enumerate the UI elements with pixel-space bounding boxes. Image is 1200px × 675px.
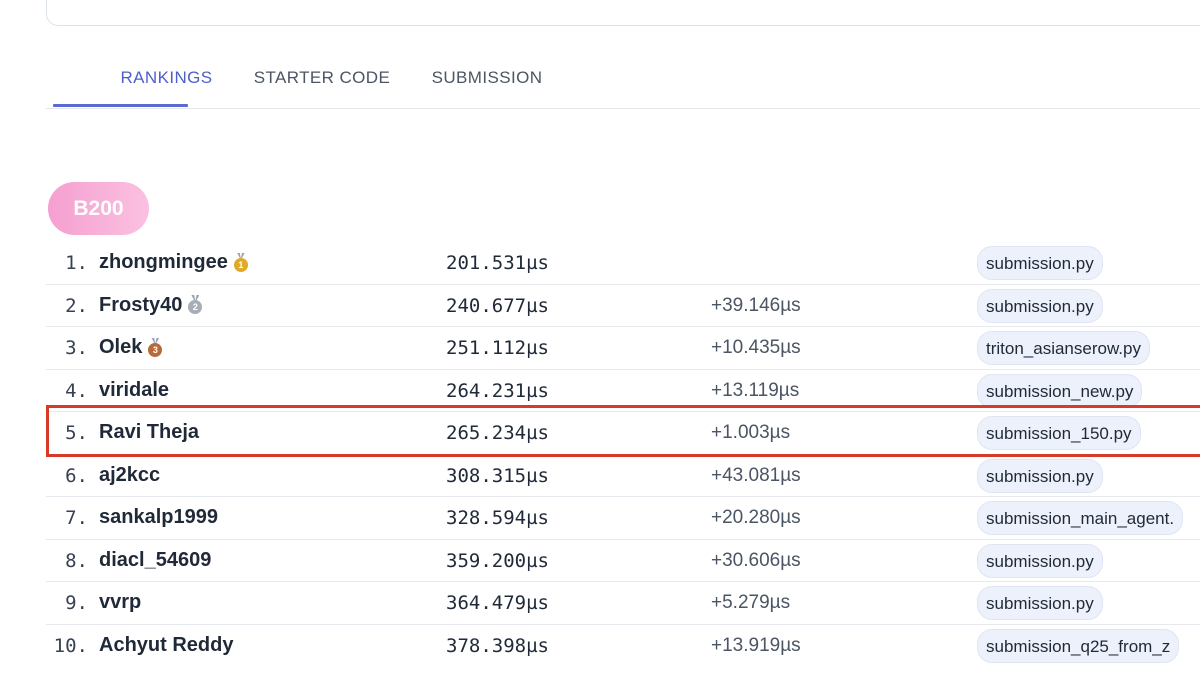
score-time: 359.200µs [446, 549, 549, 572]
username-text: zhongmingee [99, 251, 228, 273]
username: viridale [99, 379, 169, 402]
silver-medal-icon: 2 [188, 295, 203, 315]
rank-number: 4. [65, 379, 88, 402]
table-row: 2. Frosty40 2 240.677µs +39.146µs submission.… [46, 285, 1200, 327]
username: Achyut Reddy [99, 634, 233, 657]
username: vvrp [99, 591, 141, 614]
submission-file-chip[interactable]: triton_asianserow.py [977, 331, 1150, 365]
score-delta: +43.081µs [711, 464, 801, 486]
table-row: 8. diacl_54609 359.200µs +30.606µs submissio… [46, 540, 1200, 582]
username: Frosty40 2 [99, 293, 203, 317]
score-delta: +39.146µs [711, 294, 801, 316]
rank-number: 3. [65, 337, 88, 359]
username: Ravi Theja [99, 421, 199, 444]
score-time: 328.594µs [446, 507, 549, 529]
leaderboard-table: 1. zhongmingee 1 201.531µs submission.py 2. Fr… [46, 242, 1200, 667]
username-text: Achyut Reddy [99, 633, 234, 656]
username-text: diacl_54609 [99, 548, 212, 571]
username: aj2kcc [99, 464, 160, 487]
submission-file-chip[interactable]: submission_main_agent. [977, 501, 1184, 535]
tab-starter-code[interactable]: STARTER CODE [238, 50, 406, 106]
submission-file-chip[interactable]: submission_150.py [977, 416, 1141, 450]
table-row: 9. vvrp 364.479µs +5.279µs submission.py [46, 582, 1200, 625]
username-text: aj2kcc [99, 463, 161, 486]
score-time: 364.479µs [446, 592, 549, 614]
username: diacl_54609 [99, 549, 211, 572]
score-delta: +10.435µs [711, 337, 801, 358]
score-time: 240.677µs [446, 294, 549, 317]
tab-rankings[interactable]: RANKINGS [99, 50, 234, 106]
table-row: 5. Ravi Theja 265.234µs +1.003µs submission_… [46, 412, 1200, 455]
score-delta: +1.003µs [711, 422, 791, 443]
table-row: 4. viridale 264.231µs +13.119µs submission_n… [46, 370, 1200, 412]
table-row: 3. Olek 3 251.112µs +10.435µs triton_asianser… [46, 327, 1200, 370]
tab-bar: RANKINGS STARTER CODE SUBMISSION [46, 50, 1200, 109]
table-row: 10. Achyut Reddy 378.398µs +13.919µs submiss… [46, 625, 1200, 668]
rank-number: 1. [65, 252, 88, 274]
score-delta: +13.919µs [711, 634, 801, 656]
username-text: sankalp1999 [99, 506, 218, 528]
score-time: 378.398µs [446, 634, 549, 657]
submission-file-chip[interactable]: submission.py [977, 458, 1103, 493]
top-card [46, 0, 1200, 26]
rank-number: 6. [65, 464, 88, 487]
username-text: Ravi Theja [99, 421, 200, 443]
username: sankalp1999 [99, 506, 218, 529]
username-text: viridale [99, 378, 170, 401]
rank-number: 5. [65, 422, 88, 444]
gpu-badge: B200 [48, 182, 149, 235]
bronze-medal-icon: 3 [148, 337, 163, 358]
submission-file-chip[interactable]: submission_q25_from_z [977, 628, 1180, 663]
table-row: 7. sankalp1999 328.594µs +20.280µs submissio… [46, 497, 1200, 540]
score-delta: +20.280µs [711, 507, 801, 528]
rank-number: 8. [65, 549, 88, 572]
score-delta: +30.606µs [711, 549, 801, 571]
rank-number: 7. [65, 507, 88, 529]
rank-number: 9. [65, 592, 88, 614]
score-time: 264.231µs [446, 379, 549, 402]
table-row: 6. aj2kcc 308.315µs +43.081µs submission.py [46, 455, 1200, 497]
score-time: 308.315µs [446, 464, 549, 487]
rank-number: 2. [65, 294, 88, 317]
username: Olek 3 [99, 336, 163, 359]
rank-number: 10. [53, 634, 88, 657]
submission-file-chip[interactable]: submission.py [977, 246, 1103, 280]
username-text: Frosty40 [99, 293, 183, 316]
score-time: 265.234µs [446, 422, 549, 444]
score-delta: +5.279µs [711, 592, 791, 613]
submission-file-chip[interactable]: submission.py [977, 543, 1103, 578]
submission-file-chip[interactable]: submission.py [977, 288, 1103, 323]
submission-file-chip[interactable]: submission.py [977, 586, 1103, 620]
score-delta: +13.119µs [711, 379, 800, 401]
table-row: 1. zhongmingee 1 201.531µs submission.py [46, 242, 1200, 285]
tab-submission[interactable]: SUBMISSION [414, 50, 560, 106]
gold-medal-icon: 1 [233, 252, 248, 273]
username-text: Olek [99, 336, 143, 358]
username: zhongmingee 1 [99, 251, 248, 274]
username-text: vvrp [99, 591, 142, 613]
score-time: 251.112µs [446, 337, 549, 359]
score-time: 201.531µs [446, 252, 549, 274]
submission-file-chip[interactable]: submission_new.py [977, 373, 1143, 408]
active-tab-indicator [53, 104, 188, 107]
